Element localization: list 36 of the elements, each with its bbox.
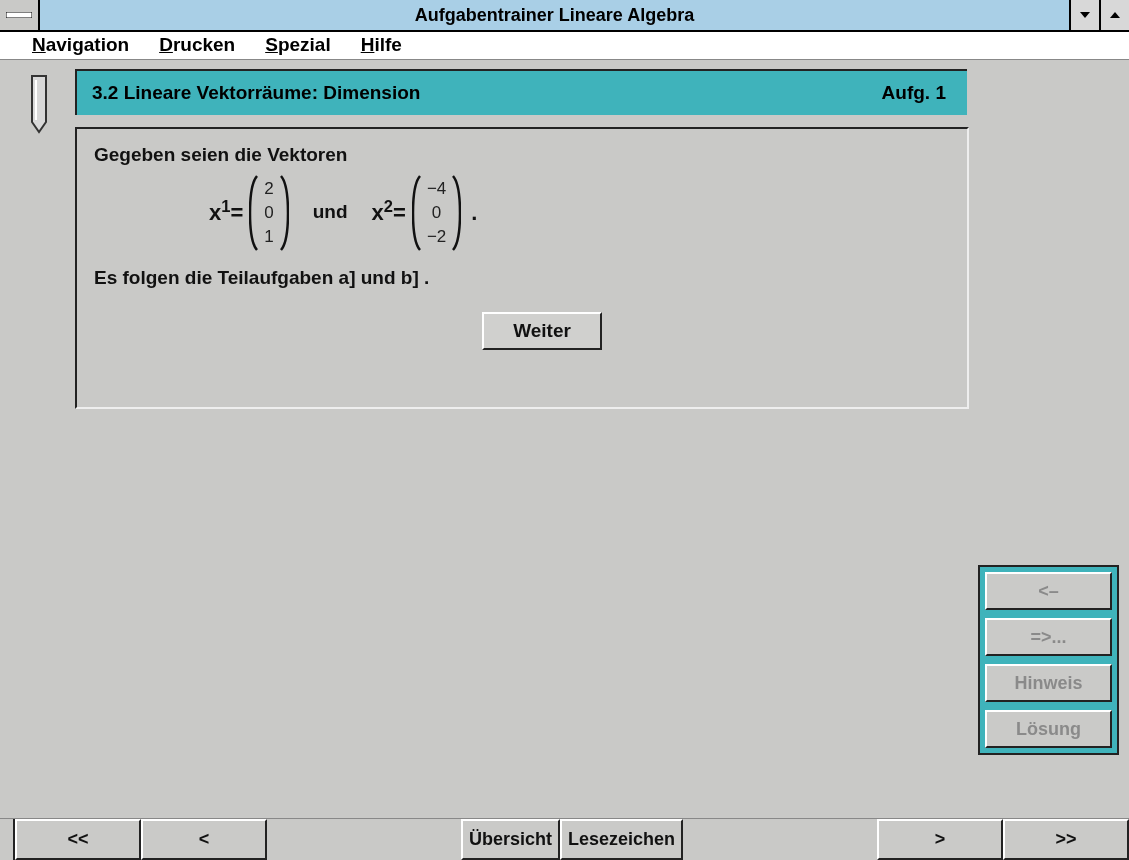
nav-button[interactable]: Übersicht [460,819,560,860]
window-title: Aufgabentrainer Lineare Algebra [413,3,696,27]
task-number: Aufg. 1 [881,80,947,105]
maximize-button[interactable] [1099,0,1129,30]
vector-component: −4 [426,177,447,200]
connector-text: und [312,200,348,225]
system-menu-button[interactable] [0,0,40,30]
nav-button[interactable]: >> [1003,819,1129,860]
followup-text: Es folgen die Teilaufgaben a] und b] . [94,265,431,290]
nav-button[interactable]: > [877,819,1003,860]
right-parenthesis-icon [452,173,462,252]
menu-item[interactable]: Drucken [159,31,236,60]
vector-component: 2 [264,177,274,200]
right-parenthesis-icon [279,173,289,252]
vector-component: 1 [264,225,274,248]
nav-button[interactable]: < [141,819,267,860]
up-triangle-icon [1110,12,1120,18]
vector-label: x$^{2}$= [371,196,406,227]
vector-label: x$^{1}$= [209,196,244,227]
vector-component: 0 [431,201,442,224]
menu-item[interactable]: Navigation [32,31,130,60]
down-triangle-icon [1080,12,1090,18]
next-button[interactable]: Weiter [482,312,602,350]
left-parenthesis-icon [411,173,421,252]
section-title: 3.2 Lineare Vektorräume: Dimension [92,80,421,105]
nav-button[interactable]: << [15,819,141,860]
intro-text: Gegeben seien die Vektoren [94,143,349,167]
minimize-button[interactable] [1069,0,1099,30]
left-parenthesis-icon [249,173,259,252]
vector-component: 0 [264,201,274,224]
nav-button[interactable]: Lesezeichen [560,819,684,860]
menu-item[interactable]: Hilfe [360,31,402,60]
menu-item[interactable]: Spezial [265,31,331,60]
period-text: . [471,199,478,227]
vector-component: −2 [426,225,447,248]
minus-icon [6,12,32,18]
